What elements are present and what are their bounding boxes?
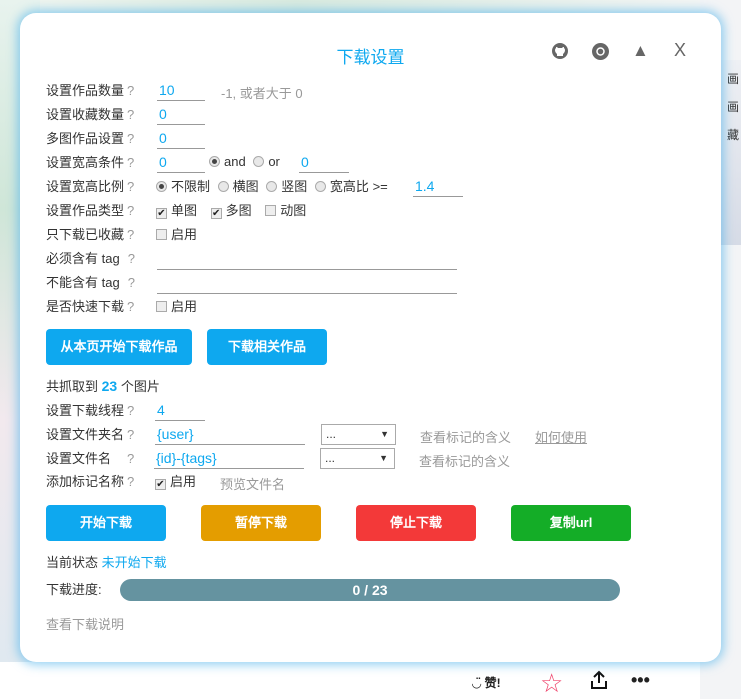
github-icon[interactable] xyxy=(552,43,568,64)
pause-download-button[interactable]: 暂停下载 xyxy=(201,505,321,541)
setting-must-tag: 必须含有 tag? xyxy=(46,251,135,266)
result-summary: 共抓取到 23 个图片 xyxy=(46,378,160,394)
help-icon[interactable]: ? xyxy=(127,299,134,314)
filename-tag-select[interactable]: ... ▼ xyxy=(320,448,395,469)
setting-type: 设置作品类型? xyxy=(46,203,135,218)
setting-work-count: 设置作品数量? xyxy=(46,83,135,98)
start-from-page-button[interactable]: 从本页开始下载作品 xyxy=(46,329,192,365)
status-value: 未开始下载 xyxy=(101,555,167,570)
progress-label: 下载进度: xyxy=(46,582,102,597)
help-icon[interactable]: ? xyxy=(127,179,134,194)
help-icon[interactable]: ? xyxy=(128,251,135,266)
help-icon[interactable]: ? xyxy=(127,427,134,442)
like-button[interactable]: ◡̈ 赞! xyxy=(472,674,501,691)
star-icon[interactable]: ☆ xyxy=(540,668,563,699)
start-download-button[interactable]: 开始下载 xyxy=(46,505,166,541)
setting-filename: 设置文件名? xyxy=(46,451,135,466)
single-image-checkbox[interactable]: ✔ xyxy=(156,208,167,219)
ratio-input[interactable]: 1.4 xyxy=(413,177,463,197)
work-count-input[interactable]: 10 xyxy=(157,81,205,101)
only-fav-checkbox[interactable] xyxy=(156,229,167,240)
setting-fav-count: 设置收藏数量? xyxy=(46,107,135,122)
help-icon[interactable]: ? xyxy=(128,275,135,290)
help-icon[interactable]: ? xyxy=(127,107,134,122)
and-radio[interactable] xyxy=(209,156,220,167)
ratio-radio-custom[interactable] xyxy=(314,181,326,192)
share-icon[interactable] xyxy=(590,670,608,694)
setting-no-tag: 不能含有 tag? xyxy=(46,275,135,290)
multi-image-checkbox[interactable]: ✔ xyxy=(210,208,222,219)
multi-image-input[interactable]: 0 xyxy=(157,129,205,149)
help-icon[interactable]: ? xyxy=(127,155,134,170)
tag-name-checkbox[interactable]: ✔ xyxy=(155,479,166,490)
more-icon[interactable]: ••• xyxy=(631,670,650,691)
setting-tag-name: 添加标记名称? xyxy=(46,474,135,489)
setting-quick: 是否快速下载? xyxy=(46,299,135,314)
help-icon[interactable]: ? xyxy=(127,203,134,218)
must-tag-input[interactable] xyxy=(157,250,457,270)
folder-tag-select[interactable]: ... ▼ xyxy=(321,424,396,445)
download-help-link[interactable]: 查看下载说明 xyxy=(46,615,124,635)
setting-ratio: 设置宽高比例? xyxy=(46,179,135,194)
download-related-button[interactable]: 下载相关作品 xyxy=(207,329,327,365)
download-settings-panel: 下载设置 ▲ X 设置作品数量? 10 -1, 或者大于 0 设置收藏数量? 0… xyxy=(20,13,721,662)
height-input[interactable]: 0 xyxy=(299,153,349,173)
close-icon[interactable]: X xyxy=(674,40,686,61)
bottom-toolbar: ◡̈ 赞! ☆ ••• xyxy=(0,662,672,699)
help-icon[interactable]: ? xyxy=(127,131,134,146)
fav-count-input[interactable]: 0 xyxy=(157,105,205,125)
ratio-radio-horizontal[interactable] xyxy=(217,181,229,192)
setting-folder: 设置文件夹名? xyxy=(46,427,135,442)
filename-input[interactable]: {id}-{tags} xyxy=(154,449,304,469)
work-count-hint: -1, 或者大于 0 xyxy=(221,86,303,101)
help-icon[interactable]: ? xyxy=(127,403,134,418)
help-icon[interactable]: ? xyxy=(127,451,134,466)
dropdown-arrow-icon: ▼ xyxy=(380,429,389,439)
folder-name-input[interactable]: {user} xyxy=(155,425,305,445)
or-radio[interactable] xyxy=(253,156,265,167)
width-input[interactable]: 0 xyxy=(157,153,205,173)
setting-threads: 设置下载线程? xyxy=(46,403,135,418)
side-item[interactable]: 藏 xyxy=(727,126,739,143)
download-status: 当前状态 未开始下载 xyxy=(46,555,167,570)
side-item[interactable]: 画 xyxy=(727,70,739,87)
collapse-icon[interactable]: ▲ xyxy=(632,41,649,61)
chrome-icon[interactable] xyxy=(592,43,609,65)
ratio-radio-unlimited[interactable] xyxy=(156,181,167,192)
filename-tag-meaning-link[interactable]: 查看标记的含义 xyxy=(419,451,510,470)
panel-title: 下载设置 xyxy=(336,48,405,67)
quick-checkbox[interactable] xyxy=(156,301,167,312)
copy-url-button[interactable]: 复制url xyxy=(511,505,631,541)
help-icon[interactable]: ? xyxy=(127,83,134,98)
help-icon[interactable]: ? xyxy=(127,227,134,242)
ugoira-checkbox[interactable] xyxy=(265,205,277,216)
folder-tag-meaning-link[interactable]: 查看标记的含义 xyxy=(420,427,511,446)
result-count: 23 xyxy=(101,378,118,394)
progress-bar: 0 / 23 xyxy=(120,579,620,601)
dropdown-arrow-icon: ▼ xyxy=(379,453,388,463)
side-item[interactable]: 画 xyxy=(727,98,739,115)
preview-filename-link[interactable]: 预览文件名 xyxy=(220,474,285,493)
threads-input[interactable]: 4 xyxy=(155,401,205,421)
progress-text: 0 / 23 xyxy=(352,582,388,598)
stop-download-button[interactable]: 停止下载 xyxy=(356,505,476,541)
how-to-use-link[interactable]: 如何使用 xyxy=(535,427,587,446)
help-icon[interactable]: ? xyxy=(127,474,134,489)
smile-icon: ◡̈ xyxy=(472,676,485,690)
setting-multi-image: 多图作品设置? xyxy=(46,131,135,146)
setting-only-fav: 只下载已收藏? xyxy=(46,227,135,242)
no-tag-input[interactable] xyxy=(157,274,457,294)
ratio-radio-vertical[interactable] xyxy=(266,181,278,192)
setting-size: 设置宽高条件? xyxy=(46,155,135,170)
